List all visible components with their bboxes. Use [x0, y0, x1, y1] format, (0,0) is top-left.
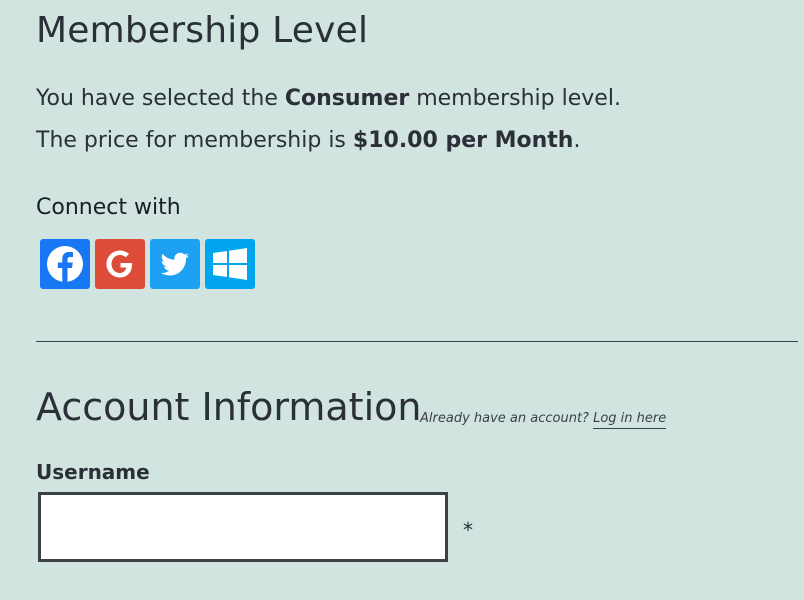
connect-with-label: Connect with — [36, 195, 181, 220]
google-icon — [106, 250, 132, 278]
windows-login-button[interactable] — [205, 239, 255, 289]
login-prompt-text: Already have an account? — [420, 411, 594, 426]
username-label: Username — [36, 460, 150, 484]
membership-price: $10.00 per Month — [352, 128, 574, 153]
social-login-buttons — [40, 239, 255, 289]
section-divider — [36, 341, 798, 342]
selected-level-text: You have selected the Consumer membershi… — [36, 86, 621, 111]
required-marker: * — [463, 518, 473, 542]
price-prefix: The price for membership is — [36, 128, 353, 153]
price-text: The price for membership is $10.00 per M… — [36, 128, 580, 153]
facebook-login-button[interactable] — [40, 239, 90, 289]
login-link[interactable]: Log in here — [593, 411, 667, 429]
account-information-title: Account Information — [36, 385, 422, 429]
price-suffix: . — [573, 128, 581, 153]
login-hint: Already have an account? Log in here — [420, 411, 667, 429]
selected-suffix: membership level. — [409, 86, 621, 111]
selected-prefix: You have selected the — [36, 86, 285, 111]
membership-level-title: Membership Level — [36, 10, 369, 51]
facebook-icon — [47, 246, 83, 283]
twitter-icon — [160, 252, 189, 276]
windows-icon — [213, 248, 247, 280]
google-login-button[interactable] — [95, 239, 145, 289]
membership-level-name: Consumer — [284, 86, 410, 111]
twitter-login-button[interactable] — [150, 239, 200, 289]
username-field[interactable] — [38, 492, 448, 562]
checkout-page: Membership Level You have selected the C… — [0, 0, 804, 600]
